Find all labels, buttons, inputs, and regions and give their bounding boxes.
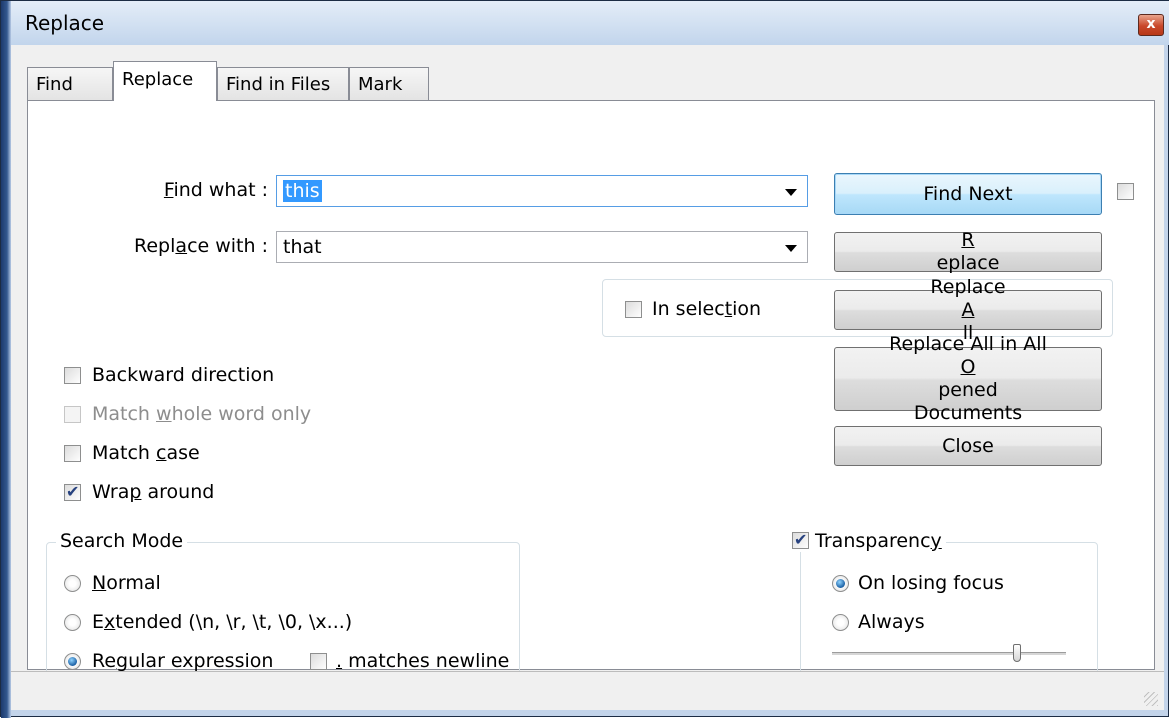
transparency-slider-thumb[interactable] [1012, 644, 1021, 662]
replace-button[interactable]: Replace [834, 229, 1102, 274]
replace-tab-panel: Find what : this Replace with : that Fin… [27, 100, 1155, 683]
transparency-group [800, 542, 1098, 683]
dropdown-arrow-icon[interactable] [785, 245, 797, 252]
replace-all-in-all-opened-documents-button[interactable]: Replace All in All Opened Documents [834, 333, 1102, 424]
find-what-combobox[interactable]: this [276, 175, 808, 207]
close-icon: x [1146, 16, 1156, 32]
status-bar [11, 671, 1164, 710]
match-whole-word-checkbox[interactable] [64, 406, 81, 423]
backward-direction-label[interactable]: Backward direction [92, 364, 274, 386]
tab-strip: Find Replace Find in Files Mark [27, 61, 1157, 101]
in-selection-checkbox[interactable] [625, 301, 642, 318]
search-mode-normal-label[interactable]: Normal [92, 572, 161, 594]
find-next-toggle-checkbox[interactable] [1117, 183, 1134, 200]
tab-mark[interactable]: Mark [349, 67, 429, 101]
match-case-checkbox[interactable] [64, 445, 81, 462]
search-mode-regex-label[interactable]: Regular expression [92, 650, 273, 672]
dialog-client: Find Replace Find in Files Mark Find wha… [11, 45, 1164, 710]
replace-with-label: Replace with : [134, 235, 268, 257]
search-mode-extended-radio[interactable] [64, 614, 81, 631]
transparency-slider-track[interactable] [832, 652, 1066, 656]
dot-matches-newline-label[interactable]: . matches newline [336, 650, 509, 672]
match-case-label[interactable]: Match case [92, 442, 200, 464]
always-radio[interactable] [832, 614, 849, 631]
wrap-around-checkbox[interactable] [64, 482, 81, 501]
window-edge [1, 1, 11, 718]
tab-find[interactable]: Find [27, 67, 113, 101]
search-mode-regex-radio[interactable] [64, 653, 81, 670]
in-selection-label[interactable]: In selection [652, 298, 761, 320]
replace-all-button[interactable]: Replace All [834, 276, 1102, 344]
tab-replace[interactable]: Replace [113, 61, 217, 101]
find-next-button[interactable]: Find Next [834, 173, 1102, 215]
on-losing-focus-radio[interactable] [832, 575, 849, 592]
replace-with-value: that [283, 236, 322, 258]
search-mode-title: Search Mode [56, 530, 188, 552]
find-what-value: this [283, 180, 322, 202]
find-what-label: Find what : [163, 179, 268, 201]
on-losing-focus-label[interactable]: On losing focus [858, 572, 1004, 594]
close-button[interactable]: Close [834, 426, 1102, 466]
transparency-label[interactable]: Transparency [815, 530, 942, 552]
match-whole-word-label[interactable]: Match whole word only [92, 403, 311, 425]
dropdown-arrow-icon[interactable] [785, 189, 797, 196]
search-mode-normal-radio[interactable] [64, 575, 81, 592]
transparency-header: Transparency [788, 530, 946, 552]
replace-dialog: Replace x Find Replace Find in Files Mar… [0, 0, 1169, 718]
title-bar[interactable]: Replace x [11, 1, 1169, 45]
search-mode-extended-label[interactable]: Extended (\n, \r, \t, \0, \x...) [92, 611, 352, 633]
close-window-button[interactable]: x [1138, 14, 1164, 36]
always-label[interactable]: Always [858, 611, 925, 633]
replace-with-combobox[interactable]: that [276, 231, 808, 263]
wrap-around-label[interactable]: Wrap around [92, 481, 214, 503]
window-title: Replace [25, 11, 105, 35]
dot-matches-newline-checkbox[interactable] [310, 653, 327, 670]
backward-direction-checkbox[interactable] [64, 367, 81, 384]
resize-grip-icon[interactable] [1144, 692, 1158, 706]
transparency-checkbox[interactable] [792, 530, 809, 549]
tab-find-in-files[interactable]: Find in Files [217, 67, 349, 101]
